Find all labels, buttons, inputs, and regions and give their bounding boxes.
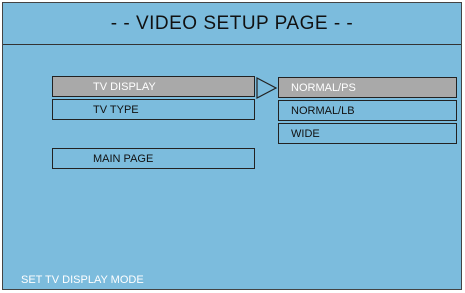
menu-item-tv-type[interactable]: TV TYPE [52,99,255,120]
menu-item-tv-display[interactable]: TV DISPLAY [52,76,255,97]
option-normal-lb[interactable]: NORMAL/LB [278,100,457,121]
option-normal-ps[interactable]: NORMAL/PS [278,77,457,98]
menu-item-label: MAIN PAGE [93,152,154,165]
option-label: NORMAL/PS [291,81,356,94]
option-label: WIDE [291,127,320,140]
option-wide[interactable]: WIDE [278,123,457,144]
menu-item-label: TV DISPLAY [93,80,156,93]
video-setup-screen: - - VIDEO SETUP PAGE - - TV DISPLAY TV T… [2,2,462,290]
page-title: - - VIDEO SETUP PAGE - - [3,3,461,45]
menu-item-main-page[interactable]: MAIN PAGE [52,148,255,169]
option-label: NORMAL/LB [291,104,355,117]
status-text: SET TV DISPLAY MODE [21,274,144,286]
menu-item-label: TV TYPE [93,103,139,116]
submenu-arrow-icon [256,77,278,99]
